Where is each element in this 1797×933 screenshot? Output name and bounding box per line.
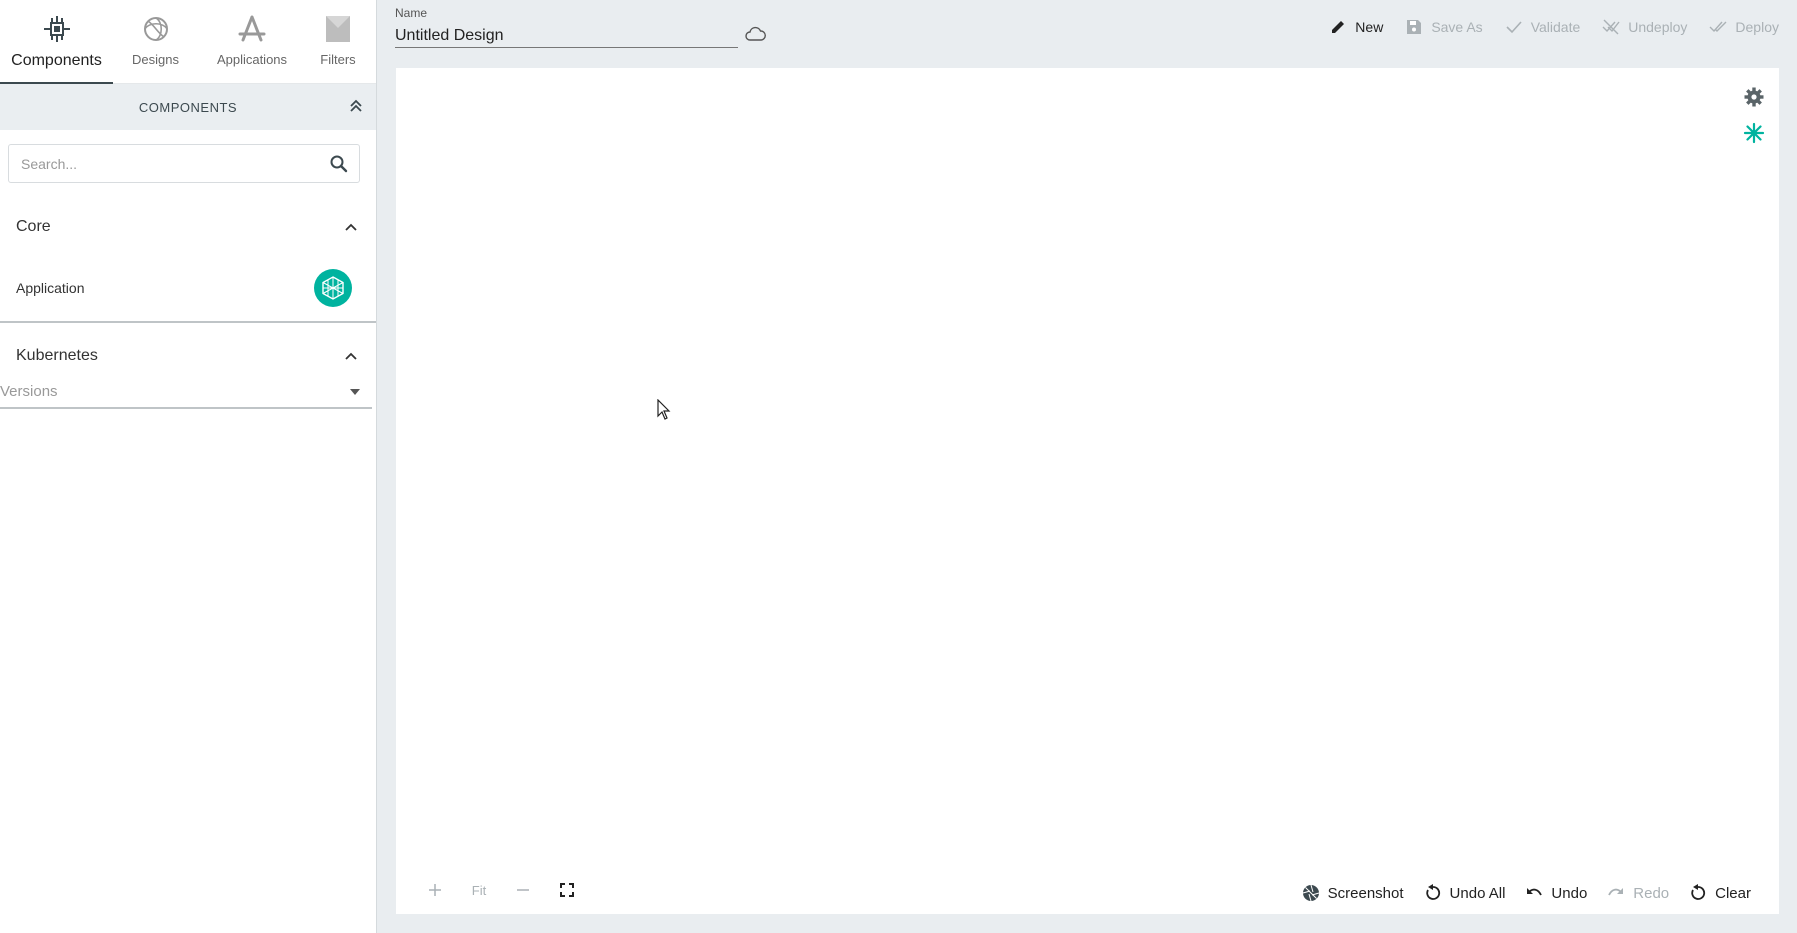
fit-button[interactable]: Fit [470,880,488,900]
screenshot-label: Screenshot [1327,884,1404,902]
redo-button[interactable]: Redo [1607,884,1669,902]
validate-button[interactable]: Validate [1505,18,1581,36]
undo-all-button[interactable]: Undo All [1424,884,1506,902]
undeploy-button-label: Undeploy [1628,19,1688,35]
name-label: Name [395,6,428,20]
component-application[interactable]: Application [0,255,376,323]
tab-filters-label: Filters [320,52,356,67]
tab-designs[interactable]: Designs [113,0,198,84]
topbar: Name New Save As Validate [377,0,1797,66]
section-title: COMPONENTS [138,99,238,115]
design-name-input[interactable] [395,24,738,48]
redo-icon [1608,888,1624,896]
collapse-all-icon[interactable] [346,96,366,116]
fullscreen-icon [560,883,574,897]
undo-icon [1527,888,1543,896]
components-icon [43,16,70,42]
chevron-up-icon [345,352,357,360]
versions-select[interactable]: Versions [0,375,372,409]
filters-icon [326,16,350,42]
sidebar: Components Designs Applications Filters … [0,0,377,933]
fullscreen-button[interactable] [558,880,576,900]
clear-button[interactable]: Clear [1689,884,1751,902]
applications-icon [238,15,266,42]
undo-label: Undo [1551,884,1588,902]
components-section-header: COMPONENTS [0,84,376,130]
clear-label: Clear [1715,884,1751,902]
undo-button[interactable]: Undo [1525,884,1587,902]
tab-applications[interactable]: Applications [198,0,306,84]
check-icon [1506,21,1522,34]
minus-icon [517,889,529,891]
mouse-cursor-icon [657,399,671,420]
design-name-field: Name [395,6,738,48]
group-core: Core Application [0,199,376,323]
search-icon[interactable] [329,154,349,174]
component-label: Application [16,280,85,296]
design-canvas[interactable]: Fit Screenshot Undo All Undo Redo Clear [396,68,1779,914]
pencil-icon [1332,21,1345,33]
double-check-icon [1709,21,1727,33]
chevron-up-icon [345,223,357,231]
undo-all-label: Undo All [1449,884,1506,902]
gear-icon[interactable] [1743,86,1765,108]
zoom-out-button[interactable] [514,880,532,900]
new-button[interactable]: New [1329,18,1383,36]
undeploy-button[interactable]: Undeploy [1602,18,1687,36]
deploy-button[interactable]: Deploy [1709,18,1779,36]
tab-applications-label: Applications [216,52,288,67]
design-actions: New Save As Validate Undeploy Deploy [1329,18,1779,36]
redo-label: Redo [1633,884,1670,902]
layout-icon[interactable] [1743,122,1765,144]
history-actions: Screenshot Undo All Undo Redo Clear [1302,884,1751,902]
new-button-label: New [1355,19,1384,35]
group-kubernetes: Kubernetes Versions [0,337,376,409]
validate-button-label: Validate [1530,19,1581,35]
tab-designs-label: Designs [132,52,179,67]
sidebar-tabs: Components Designs Applications Filters [0,0,376,84]
designs-icon [143,17,168,41]
reset-icon [1425,884,1440,900]
save-icon [1407,20,1422,34]
clear-icon [1691,884,1706,900]
cloud-icon [745,26,766,41]
application-component-icon[interactable] [314,269,352,307]
group-kubernetes-header[interactable]: Kubernetes [0,337,376,375]
zoom-controls: Fit [426,880,576,900]
fit-label: Fit [471,882,487,898]
save-as-button-label: Save As [1431,19,1483,35]
tab-filters[interactable]: Filters [306,0,370,84]
undeploy-icon [1602,19,1620,35]
screenshot-button[interactable]: Screenshot [1302,884,1404,902]
plus-icon [429,884,441,896]
group-core-title: Core [16,218,51,235]
save-as-button[interactable]: Save As [1405,18,1483,36]
tab-components[interactable]: Components [0,0,113,84]
search-input[interactable] [9,145,359,182]
zoom-in-button[interactable] [426,880,444,900]
deploy-button-label: Deploy [1735,19,1779,35]
canvas-tools [1743,86,1765,144]
tab-components-label: Components [11,52,102,69]
versions-placeholder: Versions [0,382,58,400]
caret-down-icon [350,389,360,395]
camera-shutter-icon [1302,884,1319,902]
group-core-header[interactable]: Core [0,199,376,255]
search-box [8,144,360,183]
group-kubernetes-title: Kubernetes [16,347,98,364]
